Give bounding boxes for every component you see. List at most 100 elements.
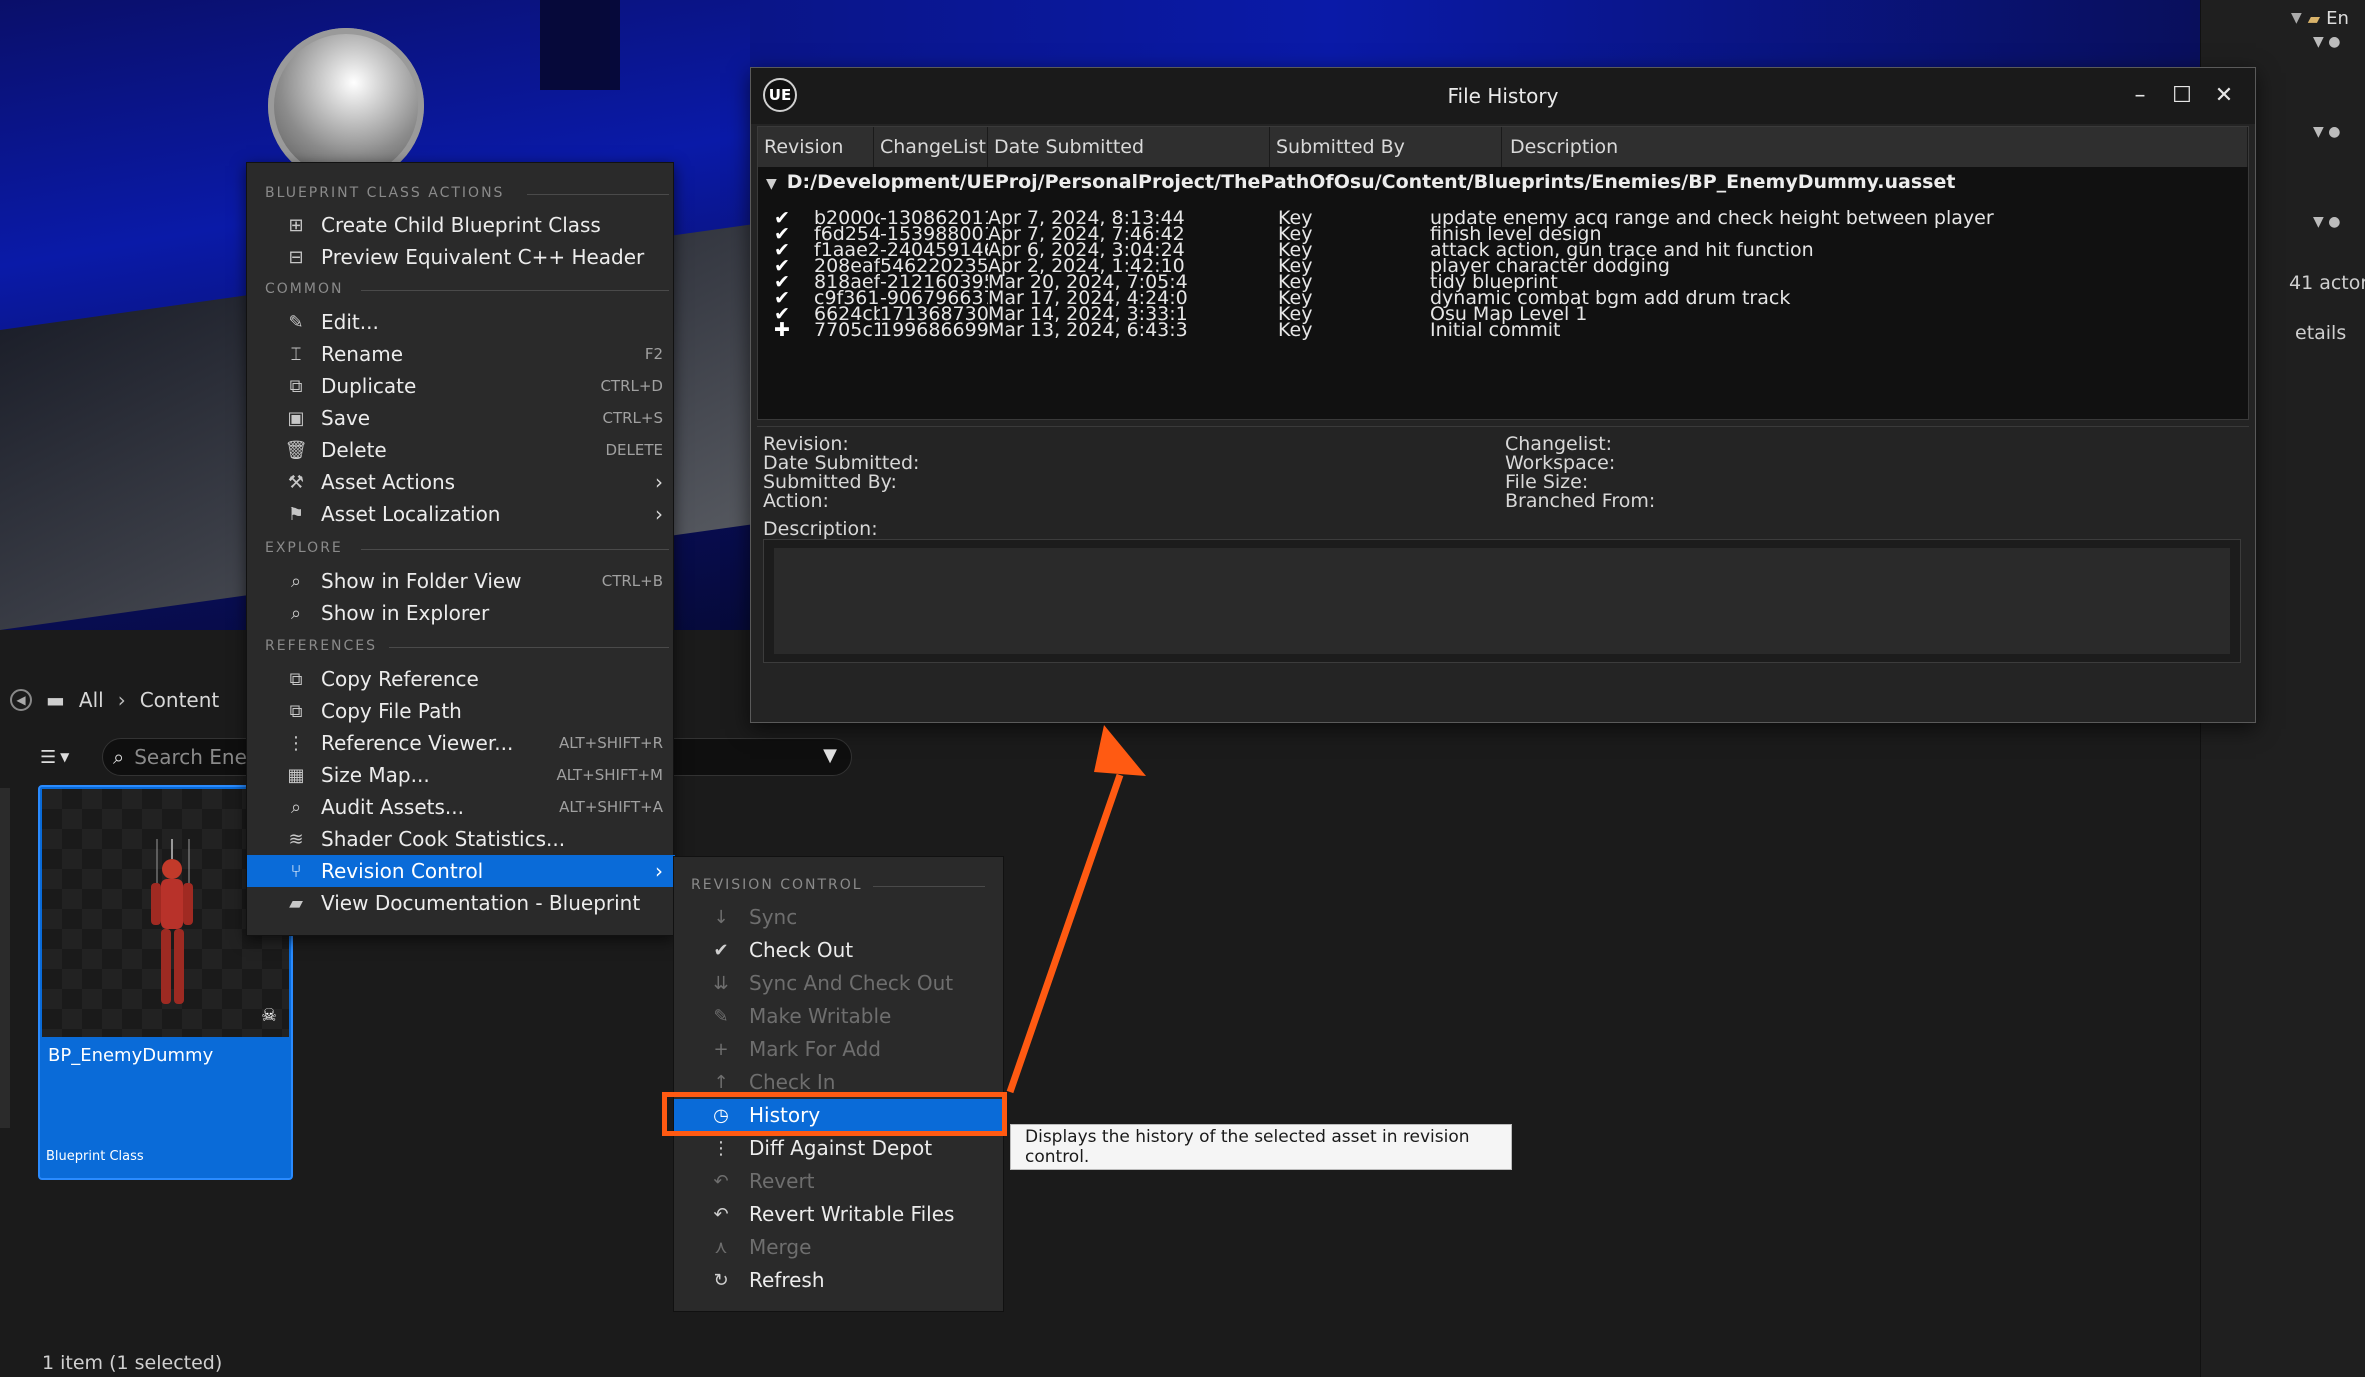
divider <box>361 290 669 291</box>
rc-item-check-out[interactable]: ✔ Check Out <box>674 934 1005 966</box>
menu-item-copy-file-path[interactable]: ⧉ Copy File Path <box>247 695 675 727</box>
menu-item-label: Copy Reference <box>321 667 479 691</box>
chevron-down-icon[interactable]: ▼ <box>823 745 837 766</box>
file-history-window[interactable]: UE File History – ☐ ✕ Revision ChangeLis… <box>750 67 2256 723</box>
outliner-actor-row[interactable]: ▼ ● <box>2313 214 2363 238</box>
menu-item-revision-control[interactable]: ⑂ Revision Control › <box>247 855 675 887</box>
menu-item-asset-actions[interactable]: ⚒ Asset Actions › <box>247 466 675 498</box>
menu-item-audit-assets[interactable]: ⌕ Audit Assets... ALT+SHIFT+A <box>247 791 675 823</box>
menu-item-asset-localization[interactable]: ⚑ Asset Localization › <box>247 498 675 530</box>
menu-item-label: Reference Viewer... <box>321 731 514 755</box>
edit-icon: ✎ <box>288 311 304 333</box>
menu-item-create-child-blueprint-class[interactable]: ⊞ Create Child Blueprint Class <box>247 209 675 241</box>
menu-item-copy-reference[interactable]: ⧉ Copy Reference <box>247 663 675 695</box>
menu-item-label: Asset Localization <box>321 502 501 526</box>
copy-path-icon: ⧉ <box>289 700 303 722</box>
column-header-submitted-by[interactable]: Submitted By <box>1270 127 1502 167</box>
history-back-icon[interactable]: ◀ <box>10 689 32 711</box>
column-header-description[interactable]: Description <box>1502 127 2248 167</box>
column-header-changelist[interactable]: ChangeList <box>874 127 988 167</box>
wrench-icon: ⚒ <box>287 471 305 493</box>
outliner-actor-row[interactable]: ▼ ● <box>2313 34 2363 58</box>
cell-revision: 7705c1 <box>814 319 880 341</box>
breadcrumb-all[interactable]: All <box>79 688 104 712</box>
history-table[interactable]: Revision ChangeList Date Submitted Submi… <box>757 126 2249 420</box>
divider <box>527 194 669 195</box>
section-common: COMMON <box>265 281 669 297</box>
menu-item-delete[interactable]: 🗑 Delete DELETE <box>247 434 675 466</box>
maximize-icon[interactable]: ☐ <box>2167 80 2197 110</box>
rc-item-diff-against-depot[interactable]: ⋮ Diff Against Depot <box>674 1132 1005 1164</box>
menu-item-show-in-folder-view[interactable]: ⌕ Show in Folder View CTRL+B <box>247 565 675 597</box>
file-path-row[interactable]: ▼ D:/Development/UEProj/PersonalProject/T… <box>766 171 1955 193</box>
filter-icon: ☰ <box>40 746 57 768</box>
menu-item-shader-cook-statistics[interactable]: ≋ Shader Cook Statistics... <box>247 823 675 855</box>
menu-item-label: Copy File Path <box>321 699 462 723</box>
details-tab[interactable]: etails <box>2295 322 2346 344</box>
rename-icon: ⌶ <box>290 343 302 365</box>
rc-item-revert-writable-files[interactable]: ↶ Revert Writable Files <box>674 1198 1005 1230</box>
rc-item-refresh[interactable]: ↻ Refresh <box>674 1264 1005 1296</box>
menu-item-view-documentation-blueprint[interactable]: ▰ View Documentation - Blueprint <box>247 887 675 919</box>
menu-item-label: Asset Actions <box>321 470 456 494</box>
menu-item-label: Show in Explorer <box>321 601 490 625</box>
column-header-revision[interactable]: Revision <box>758 127 874 167</box>
rc-item-label: Merge <box>749 1235 812 1259</box>
plus-icon: + <box>713 1038 729 1060</box>
column-header-date[interactable]: Date Submitted <box>988 127 1270 167</box>
asset-type: Blueprint Class <box>46 1149 144 1164</box>
rc-item-label: Revert <box>749 1169 815 1193</box>
close-icon[interactable]: ✕ <box>2209 80 2239 110</box>
divider <box>873 886 985 887</box>
detail-action: Action: <box>763 490 829 512</box>
menu-item-show-in-explorer[interactable]: ⌕ Show in Explorer <box>247 597 675 629</box>
table-row[interactable]: ✚ 7705c11996866991Mar 13, 2024, 6:43:34 A… <box>758 319 2248 343</box>
cell-date: Mar 13, 2024, 6:43:34 AM <box>988 319 1188 341</box>
history-tooltip: Displays the history of the selected ass… <box>1010 1124 1512 1170</box>
section-references: REFERENCES <box>265 638 669 654</box>
minimize-icon[interactable]: – <box>2125 80 2155 110</box>
chevron-right-icon: › <box>655 470 663 494</box>
menu-item-reference-viewer[interactable]: ⋮ Reference Viewer... ALT+SHIFT+R <box>247 727 675 759</box>
viewport-pillar <box>540 0 620 90</box>
menu-item-size-map[interactable]: ▦ Size Map... ALT+SHIFT+M <box>247 759 675 791</box>
menu-item-save[interactable]: ▣ Save CTRL+S <box>247 402 675 434</box>
annotation-highlight-box <box>662 1092 1007 1136</box>
description-field[interactable] <box>763 539 2241 663</box>
menu-item-label: Size Map... <box>321 763 430 787</box>
menu-item-label: Edit... <box>321 310 379 334</box>
rc-item-merge: ⋏ Merge <box>674 1231 1005 1263</box>
section-explore-label: EXPLORE <box>265 540 343 556</box>
menu-item-label: Revision Control <box>321 859 484 883</box>
actor-icon: ● <box>2328 214 2341 230</box>
save-icon: ▣ <box>287 407 305 429</box>
rc-item-sync-and-check-out: ⇊ Sync And Check Out <box>674 967 1005 999</box>
menu-item-label: Rename <box>321 342 404 366</box>
revision-details: Revision: Date Submitted: Submitted By: … <box>757 426 2249 716</box>
chevron-down-icon[interactable]: ▼ <box>2291 10 2302 26</box>
filter-button[interactable]: ☰ ▼ <box>40 742 92 772</box>
size-map-icon: ▦ <box>287 764 305 786</box>
rc-item-label: Check Out <box>749 938 854 962</box>
reference-viewer-icon: ⋮ <box>287 732 305 754</box>
sources-panel-scrollbar[interactable] <box>0 788 10 1128</box>
outliner-actor-row[interactable]: ▼ ● <box>2313 124 2363 148</box>
menu-item-preview-equivalent-c-header[interactable]: ⊟ Preview Equivalent C++ Header <box>247 241 675 273</box>
breadcrumb-content[interactable]: Content <box>140 688 220 712</box>
menu-item-shortcut: CTRL+S <box>602 409 663 427</box>
outliner-tree-row[interactable]: ▼ ▰ En <box>2291 4 2365 32</box>
detail-description-label: Description: <box>763 518 878 540</box>
rc-item-label: Sync <box>749 905 798 929</box>
menu-item-shortcut: ALT+SHIFT+M <box>556 766 663 784</box>
section-revision-control-label: REVISION CONTROL <box>691 877 863 893</box>
menu-item-duplicate[interactable]: ⧉ Duplicate CTRL+D <box>247 370 675 402</box>
rc-item-make-writable: ✎ Make Writable <box>674 1000 1005 1032</box>
revision-control-submenu[interactable]: REVISION CONTROL ↓ Sync ✔ Check Out ⇊ Sync An… <box>673 856 1005 1312</box>
asset-context-menu[interactable]: BLUEPRINT CLASS ACTIONS ⊞ Create Child Blu… <box>246 162 675 936</box>
window-titlebar[interactable]: UE File History – ☐ ✕ <box>751 68 2255 124</box>
menu-item-rename[interactable]: ⌶ Rename F2 <box>247 338 675 370</box>
menu-item-edit[interactable]: ✎ Edit... <box>247 306 675 338</box>
rc-item-revert: ↶ Revert <box>674 1165 1005 1197</box>
chevron-down-icon[interactable]: ▼ <box>766 176 777 192</box>
revision-control-icon: ⑂ <box>290 860 302 882</box>
